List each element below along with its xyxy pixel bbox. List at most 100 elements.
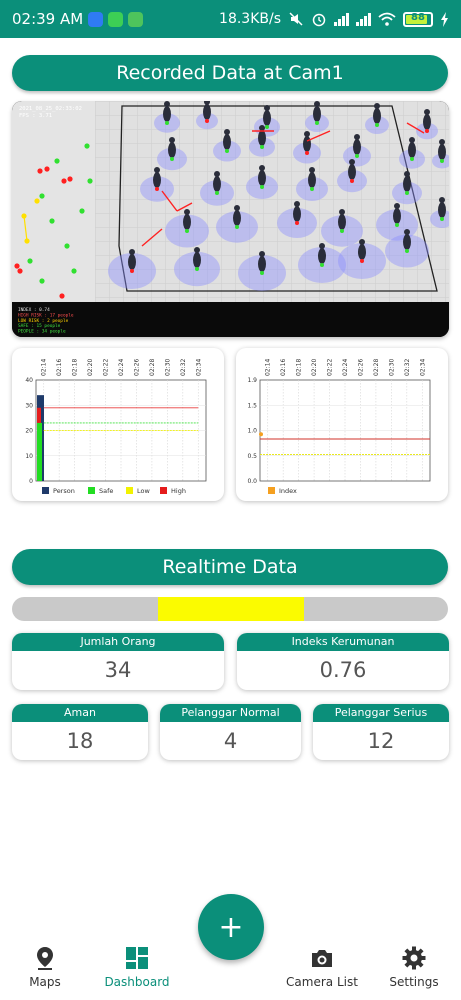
birdseye-dot <box>14 263 20 269</box>
chart-y-tick: 10 <box>25 453 33 460</box>
chart-y-tick: 40 <box>25 377 33 384</box>
birdseye-dot <box>59 293 65 299</box>
chart-x-tick: 02:34 <box>419 359 426 376</box>
chart-x-tick: 02:14 <box>265 359 272 376</box>
status-left: 02:39 AM <box>12 10 144 28</box>
status-bar: 02:39 AM 18.3KB/s 88 <box>0 0 461 38</box>
crowd-index-chart-card: 02:14 02:16 02:18 02:20 02:22 02:24 02:26 02:28… <box>236 348 448 501</box>
birdseye-dot <box>37 168 43 174</box>
nav-settings-label: Settings <box>389 975 439 989</box>
chart-y-tick: 1.9 <box>247 377 257 384</box>
birdseye-dot <box>44 166 50 172</box>
map-pin-icon <box>37 947 53 970</box>
pelanggar-normal-label: Pelanggar Normal <box>160 704 301 722</box>
birdseye-dot <box>84 143 90 149</box>
wechat-app-icon <box>128 11 144 27</box>
birdseye-dot <box>71 268 77 274</box>
chart-x-tick: 02:16 <box>56 359 63 376</box>
indeks-kerumunan-label: Indeks Kerumunan <box>237 633 449 651</box>
chart-x-tick: 02:34 <box>195 359 202 376</box>
chart-y-tick: 1.5 <box>247 402 257 409</box>
birdseye-dot <box>54 158 60 164</box>
chart-x-tick: 02:28 <box>149 359 156 376</box>
network-speed: 18.3KB/s <box>219 11 281 27</box>
indeks-kerumunan-value: 0.76 <box>319 658 367 682</box>
nav-maps[interactable]: Maps <box>0 940 90 1000</box>
jumlah-orang-label: Jumlah Orang <box>12 633 224 651</box>
crowd-index-chart: 02:14 02:16 02:18 02:20 02:22 02:24 02:26 02:28… <box>247 359 431 495</box>
chart-x-tick: 02:24 <box>118 359 125 376</box>
chart-legend-swatch <box>126 487 133 494</box>
birdseye-dot <box>39 278 45 284</box>
camera-legend-line: HIGH RISK : 17 people <box>18 312 74 318</box>
camera-legend-line: LOW RISK : 2 people <box>18 318 69 324</box>
aman-card: Aman 18 <box>12 704 148 760</box>
add-button[interactable]: + <box>198 894 264 960</box>
camera-frame[interactable]: 2021_08_25_02:33:02 FPS : 3.71 INDEX : 0… <box>12 101 449 337</box>
chart-x-tick: 02:26 <box>133 359 140 376</box>
chart-legend-swatch <box>268 487 275 494</box>
chart-x-tick: 02:30 <box>388 359 395 376</box>
recorded-data-title: Recorded Data at Cam1 <box>12 55 448 91</box>
chart-legend-label: Index <box>279 487 297 495</box>
pelanggar-serius-value: 12 <box>367 729 395 753</box>
charging-icon <box>441 11 448 27</box>
indeks-kerumunan-card: Indeks Kerumunan 0.76 <box>237 633 449 690</box>
jumlah-orang-card: Jumlah Orang 34 <box>12 633 224 690</box>
chart-area-safe <box>37 422 42 481</box>
chart-x-tick: 02:18 <box>296 359 303 376</box>
pelanggar-serius-card: Pelanggar Serius 12 <box>313 704 449 760</box>
chart-x-tick: 02:28 <box>373 359 380 376</box>
wifi-icon <box>378 12 396 26</box>
pelanggar-normal-value: 4 <box>223 729 238 753</box>
alarm-icon <box>312 13 326 27</box>
chart-legend-label: Safe <box>99 487 113 495</box>
chart-y-tick: 1.0 <box>247 428 257 435</box>
realtime-data-title: Realtime Data <box>12 549 448 585</box>
gear-icon <box>402 946 426 970</box>
people-count-chart-card: 02:14 02:16 02:18 02:20 02:22 02:24 02:26 02:28… <box>12 348 224 501</box>
nav-settings[interactable]: Settings <box>369 940 459 1000</box>
jumlah-orang-value: 34 <box>104 658 132 682</box>
chart-x-tick: 02:20 <box>311 359 318 376</box>
camera-icon <box>312 950 332 967</box>
camera-legend-line: INDEX : 0.74 <box>18 307 50 313</box>
chart-x-tick: 02:20 <box>87 359 94 376</box>
chart-legend-label: Low <box>137 487 150 495</box>
chart-y-tick: 20 <box>25 428 33 435</box>
birdseye-dot <box>67 176 73 182</box>
chart-x-tick: 02:14 <box>41 359 48 376</box>
birdseye-dot <box>34 198 40 204</box>
camera-legend-line: SAFE : 15 people <box>18 323 61 329</box>
nav-camera-list-label: Camera List <box>286 975 358 989</box>
chart-x-tick: 02:32 <box>404 359 411 376</box>
birdseye-dot <box>64 243 70 249</box>
signal-icon <box>334 12 349 26</box>
chart-legend-swatch <box>42 487 49 494</box>
pelanggar-normal-card: Pelanggar Normal 4 <box>160 704 301 760</box>
chart-y-tick: 0.0 <box>247 478 257 485</box>
camera-timestamp: 2021_08_25_02:33:02 <box>19 106 82 112</box>
status-right: 18.3KB/s 88 <box>219 11 449 27</box>
birdseye-map <box>12 101 95 302</box>
chart-x-tick: 02:22 <box>327 359 334 376</box>
status-time: 02:39 AM <box>12 10 84 28</box>
chart-legend-label: High <box>171 487 186 495</box>
messenger-app-icon <box>88 11 104 27</box>
nav-camera-list[interactable]: Camera List <box>277 940 367 1000</box>
chart-x-tick: 02:26 <box>357 359 364 376</box>
camera-legend-line: PEOPLE : 34 people <box>18 329 66 335</box>
chart-x-tick: 02:16 <box>280 359 287 376</box>
camera-view: 2021_08_25_02:33:02 FPS : 3.71 INDEX : 0… <box>12 101 449 337</box>
nav-dashboard[interactable]: Dashboard <box>92 940 182 1000</box>
battery-level: 88 <box>411 11 425 23</box>
crowd-level-fill <box>158 597 305 621</box>
chart-point-index <box>259 432 263 437</box>
chart-legend-swatch <box>160 487 167 494</box>
aman-value: 18 <box>66 729 94 753</box>
aman-label: Aman <box>12 704 148 722</box>
battery-icon: 88 <box>403 11 433 27</box>
birdseye-dot <box>61 178 67 184</box>
people-count-chart: 02:14 02:16 02:18 02:20 02:22 02:24 02:26 02:28… <box>25 359 207 495</box>
chart-y-tick: 0.5 <box>247 453 257 460</box>
